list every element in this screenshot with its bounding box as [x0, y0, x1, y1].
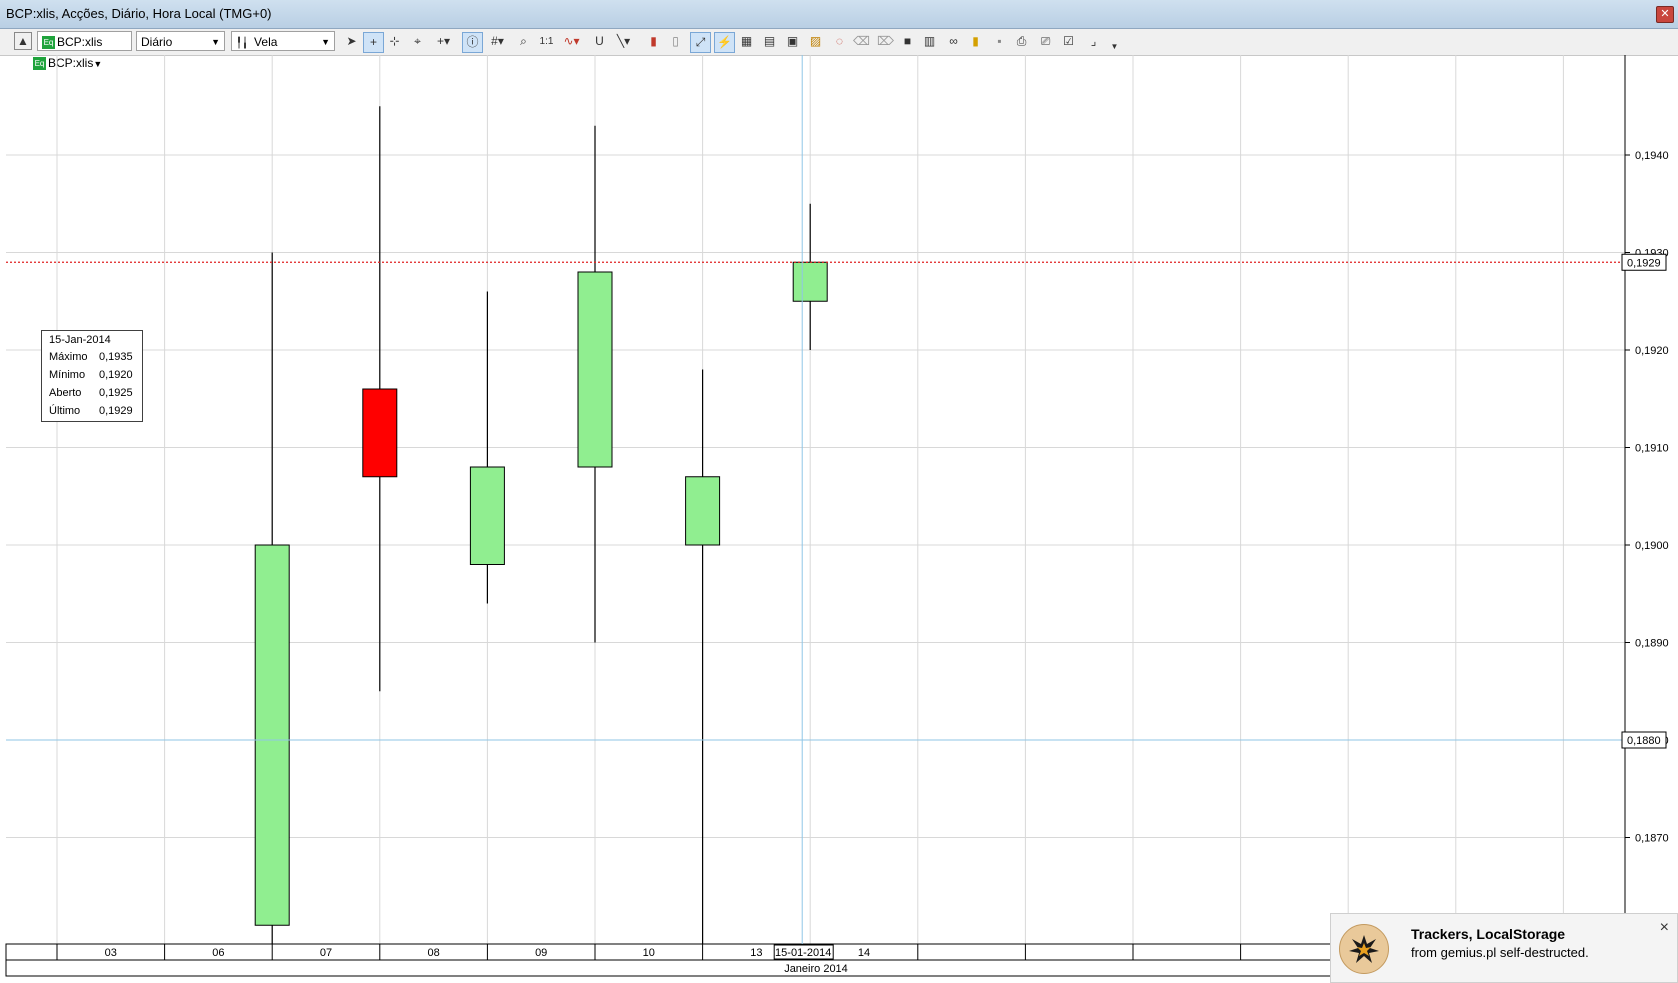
date-tick-label: 06 [212, 947, 224, 959]
info-date: 15-Jan-2014 [49, 334, 111, 346]
info-value: 0,1920 [99, 369, 133, 381]
date-axis-label: Janeiro 2014 [784, 963, 848, 975]
candle-body [685, 476, 721, 546]
crosshair-price-label: 0,1880 [1627, 735, 1661, 747]
ohlc-info-box: 15-Jan-2014 Máximo 0,1935 Mínimo 0,1920 Ab… [41, 330, 143, 422]
explosion-icon [1339, 924, 1389, 974]
candle-body [792, 261, 828, 302]
info-row-max: Máximo 0,1935 [49, 351, 139, 363]
info-row-min: Mínimo 0,1920 [49, 369, 139, 381]
crosshair-date-label: 15-01-2014 [775, 947, 831, 959]
candle-body [254, 544, 290, 926]
price-tick-label: 0,1890 [1635, 638, 1669, 650]
date-tick-label: 09 [535, 947, 547, 959]
price-tick-label: 0,1870 [1635, 833, 1669, 845]
tracker-notification[interactable]: Trackers, LocalStorage from gemius.pl se… [1330, 913, 1678, 983]
price-tick-label: 0,1910 [1635, 443, 1669, 455]
info-label: Último [49, 405, 81, 417]
date-tick-label: 14 [858, 947, 870, 959]
candle-body [469, 466, 505, 565]
price-chart[interactable]: 0,1870 0,1880 0,1890 0,1900 0,1910 0,1920 0,19… [0, 0, 1678, 983]
date-tick-label: 07 [320, 947, 332, 959]
date-tick-label: 08 [427, 947, 439, 959]
price-tick-label: 0,1940 [1635, 150, 1669, 162]
notification-title: Trackers, LocalStorage [1411, 926, 1566, 942]
price-tick-label: 0,1920 [1635, 345, 1669, 357]
info-row-open: Aberto 0,1925 [49, 387, 139, 399]
info-value: 0,1935 [99, 351, 133, 363]
close-notification-button[interactable]: × [1660, 919, 1669, 937]
date-tick-label: 03 [105, 947, 117, 959]
last-price-label: 0,1929 [1627, 257, 1661, 269]
date-tick-label: 10 [643, 947, 655, 959]
info-label: Aberto [49, 387, 82, 399]
info-label: Mínimo [49, 369, 86, 381]
info-row-last: Último 0,1929 [49, 405, 139, 417]
price-tick-label: 0,1900 [1635, 540, 1669, 552]
chart-grid [6, 55, 1625, 944]
date-tick-label: 13 [750, 947, 762, 959]
info-value: 0,1925 [99, 387, 133, 399]
info-value: 0,1929 [99, 405, 133, 417]
info-label: Máximo [49, 351, 88, 363]
candle-series [254, 106, 828, 944]
candle-body [577, 271, 613, 468]
notification-subtitle: from gemius.pl self-destructed. [1411, 945, 1589, 960]
candle-body [362, 388, 398, 478]
